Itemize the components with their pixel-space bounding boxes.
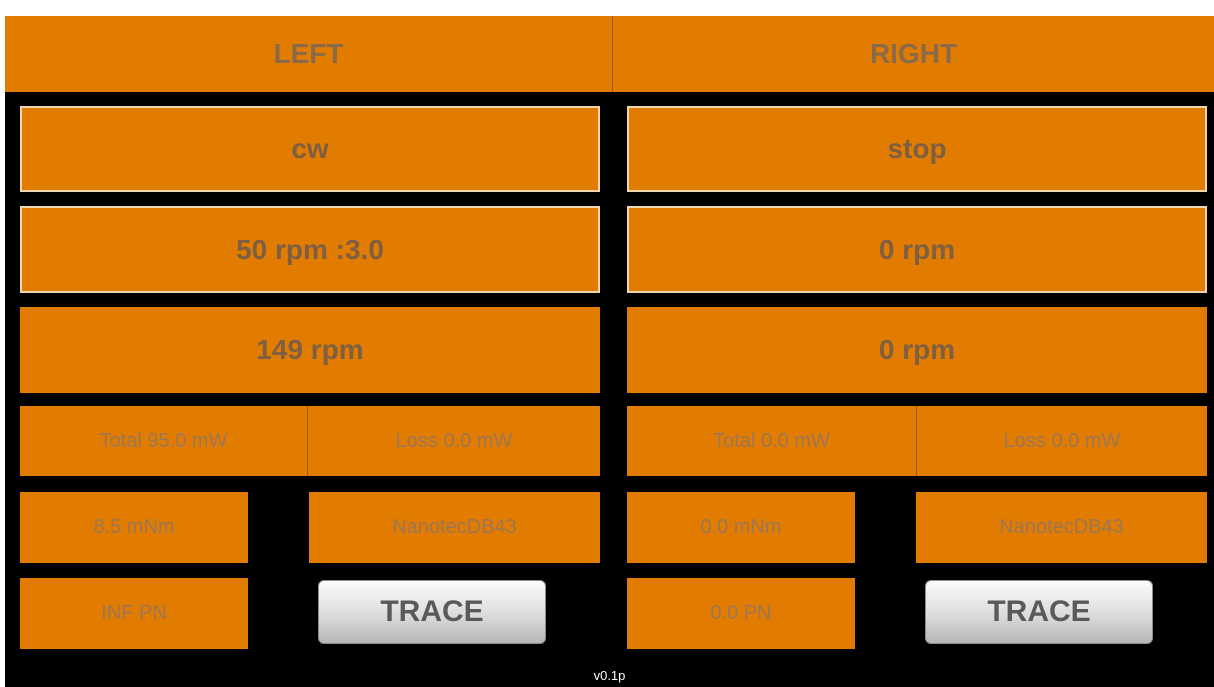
- left-motor-select[interactable]: NanotecDB43: [309, 492, 600, 563]
- left-set-speed-button[interactable]: 50 rpm :3.0: [20, 206, 600, 293]
- left-pn: INF PN: [20, 578, 248, 649]
- left-loss-power: Loss 0.0 mW: [308, 406, 600, 476]
- left-total-power: Total 95.0 mW: [20, 406, 307, 476]
- right-loss-power: Loss 0.0 mW: [917, 406, 1207, 476]
- right-direction-button[interactable]: stop: [627, 106, 1207, 192]
- right-header: RIGHT: [613, 16, 1214, 92]
- version-label: v0.1p: [593, 668, 626, 683]
- left-torque: 8.5 mNm: [20, 492, 248, 563]
- left-trace-button[interactable]: TRACE: [318, 580, 546, 644]
- left-direction-button[interactable]: cw: [20, 106, 600, 192]
- right-set-speed-button[interactable]: 0 rpm: [627, 206, 1207, 293]
- right-motor-select[interactable]: NanotecDB43: [916, 492, 1207, 563]
- left-actual-speed: 149 rpm: [20, 307, 600, 393]
- left-header: LEFT: [5, 16, 612, 92]
- right-torque: 0.0 mNm: [627, 492, 855, 563]
- right-pn: 0.0 PN: [627, 578, 855, 649]
- right-trace-button[interactable]: TRACE: [925, 580, 1153, 644]
- right-actual-speed: 0 rpm: [627, 307, 1207, 393]
- right-total-power: Total 0.0 mW: [627, 406, 916, 476]
- motor-control-app: LEFT RIGHT cw 50 rpm :3.0 149 rpm Total …: [5, 16, 1214, 687]
